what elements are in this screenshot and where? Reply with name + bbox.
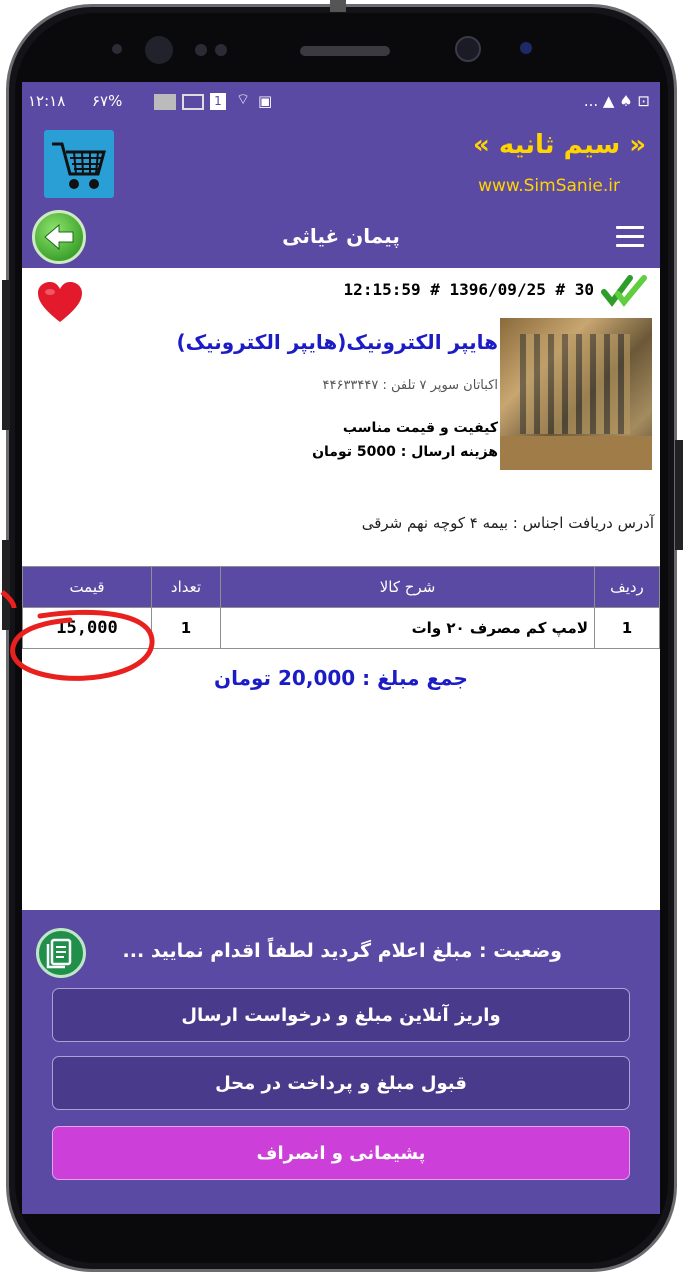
shop-name[interactable]: هایپر الکترونیک(هایپر الکترونیک) [176, 330, 498, 354]
pay-online-button[interactable]: واریز آنلاین مبلغ و درخواست ارسال [52, 988, 630, 1042]
sensor-dot-icon [520, 42, 532, 54]
heart-icon[interactable] [36, 280, 84, 328]
shop-location: اکباتان سوپر ۷ تلفن : ۴۴۶۳۳۴۴۷ [322, 378, 499, 393]
order-status: وضعیت : مبلغ اعلام گردید لطفاً اقدام نما… [122, 940, 562, 962]
sensor-dot-icon [112, 44, 122, 54]
title-bar: پیمان غیاثی [22, 206, 660, 268]
earpiece-speaker [300, 46, 390, 56]
battery-level: ۶۷% [92, 92, 123, 110]
document-icon[interactable] [36, 928, 86, 978]
header-description: شرح کالا [220, 566, 595, 608]
brand-title: « سیم ثانیه » [473, 130, 646, 160]
brand-url[interactable]: www.SimSanie.ir [478, 176, 620, 196]
signal-icon [154, 94, 176, 110]
signal-icon [182, 94, 204, 110]
download-icon: ▣ [258, 92, 273, 110]
sensor-dot-icon [195, 44, 207, 56]
double-check-icon [600, 274, 650, 312]
sensor-dot-icon [215, 44, 227, 56]
bottom-panel: وضعیت : مبلغ اعلام گردید لطفاً اقدام نما… [22, 910, 660, 1214]
front-camera-icon [455, 36, 481, 62]
volume-button [2, 280, 10, 430]
status-time: ۱۲:۱۸ [28, 92, 66, 110]
cell-row-number: 1 [594, 607, 660, 649]
shop-photo [500, 318, 652, 470]
status-bar: ۱۲:۱۸ ۶۷% 1 ⌔ ▣ ... ▲ ♠ ⊡ [22, 82, 660, 120]
shipping-cost: هزینه ارسال : 5000 تومان [312, 444, 498, 460]
cancel-order-button[interactable]: پشیمانی و انصراف [52, 1126, 630, 1180]
top-clip [330, 0, 346, 12]
hamburger-menu-icon[interactable] [616, 226, 644, 248]
phone-frame: ۱۲:۱۸ ۶۷% 1 ⌔ ▣ ... ▲ ♠ ⊡ « سیم ثانیه » … [0, 0, 683, 1277]
red-circle-annotation [0, 590, 155, 681]
pay-on-delivery-button[interactable]: قبول مبلغ و پرداخت در محل [52, 1056, 630, 1110]
iris-scanner-icon [145, 36, 173, 64]
shopping-cart-icon [44, 130, 114, 198]
header-row-number: ردیف [594, 566, 660, 608]
sensor-area [0, 20, 683, 80]
power-button [675, 440, 683, 550]
shop-quality: کیفیت و قیمت مناسب [342, 420, 498, 436]
delivery-address: آدرس دریافت اجناس : بیمه ۴ کوچه نهم شرقی [361, 514, 654, 532]
order-info: 12:15:59 # 1396/09/25 # 30 [343, 280, 594, 299]
wifi-icon: ⌔ [236, 90, 251, 108]
notification-icons: ... ▲ ♠ ⊡ [583, 92, 650, 110]
sim-icon: 1 [210, 93, 226, 110]
page-title: پیمان غیاثی [282, 224, 400, 248]
cell-description: لامپ کم مصرف ۲۰ وات [220, 607, 595, 649]
